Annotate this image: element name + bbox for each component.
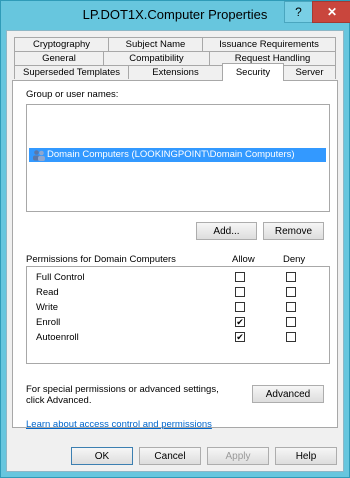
permissions-label: Permissions for Domain Computers <box>26 254 176 265</box>
allow-checkbox[interactable] <box>235 302 245 312</box>
tab-extensions[interactable]: Extensions <box>128 65 223 79</box>
allow-checkbox[interactable]: ✔ <box>235 317 245 327</box>
tab-issuance-requirements[interactable]: Issuance Requirements <box>202 37 336 51</box>
tab-security[interactable]: Security <box>222 63 284 81</box>
deny-checkbox[interactable] <box>286 287 296 297</box>
tab-compatibility[interactable]: Compatibility <box>103 51 210 65</box>
permission-name: Full Control <box>36 272 85 283</box>
help-button[interactable]: Help <box>275 447 337 465</box>
permission-row: Enroll ✔ <box>27 316 329 330</box>
deny-checkbox[interactable] <box>286 272 296 282</box>
permission-name: Read <box>36 287 59 298</box>
deny-checkbox[interactable] <box>286 302 296 312</box>
group-user-list[interactable]: Domain Computers (LOOKINGPOINT\Domain Co… <box>26 104 330 212</box>
advanced-button[interactable]: Advanced <box>252 385 324 403</box>
list-item[interactable]: Domain Computers (LOOKINGPOINT\Domain Co… <box>29 148 326 162</box>
tab-superseded-templates[interactable]: Superseded Templates <box>14 65 129 79</box>
deny-header: Deny <box>283 254 306 265</box>
ok-button[interactable]: OK <box>71 447 133 465</box>
group-names-label: Group or user names: <box>26 89 119 100</box>
list-item-label: Domain Computers (LOOKINGPOINT\Domain Co… <box>47 149 295 160</box>
apply-button[interactable]: Apply <box>207 447 269 465</box>
remove-button[interactable]: Remove <box>263 222 324 240</box>
learn-more-link[interactable]: Learn about access control and permissio… <box>26 419 212 430</box>
deny-checkbox[interactable] <box>286 332 296 342</box>
permission-name: Write <box>36 302 58 313</box>
permission-row: Full Control <box>27 271 329 285</box>
special-permissions-text: For special permissions or advanced sett… <box>26 384 219 406</box>
add-button[interactable]: Add... <box>196 222 257 240</box>
deny-checkbox[interactable] <box>286 317 296 327</box>
help-titlebar-button[interactable]: ? <box>284 1 313 23</box>
cancel-button[interactable]: Cancel <box>139 447 201 465</box>
permission-row: Write <box>27 301 329 315</box>
permission-row: Autoenroll ✔ <box>27 331 329 345</box>
allow-header: Allow <box>232 254 255 265</box>
tab-server[interactable]: Server <box>283 65 336 79</box>
tab-general[interactable]: General <box>14 51 104 65</box>
allow-checkbox[interactable] <box>235 272 245 282</box>
allow-checkbox[interactable] <box>235 287 245 297</box>
close-button[interactable]: ✕ <box>312 1 350 23</box>
tab-subject-name[interactable]: Subject Name <box>108 37 203 51</box>
permission-row: Read <box>27 286 329 300</box>
group-icon <box>33 150 45 161</box>
permission-name: Autoenroll <box>36 332 79 343</box>
permissions-list: Full Control Read Write Enroll ✔ Autoenr… <box>26 266 330 364</box>
title-bar[interactable]: LP.DOT1X.Computer Properties ? ✕ <box>1 1 350 31</box>
allow-checkbox[interactable]: ✔ <box>235 332 245 342</box>
tab-cryptography[interactable]: Cryptography <box>14 37 109 51</box>
permission-name: Enroll <box>36 317 61 328</box>
